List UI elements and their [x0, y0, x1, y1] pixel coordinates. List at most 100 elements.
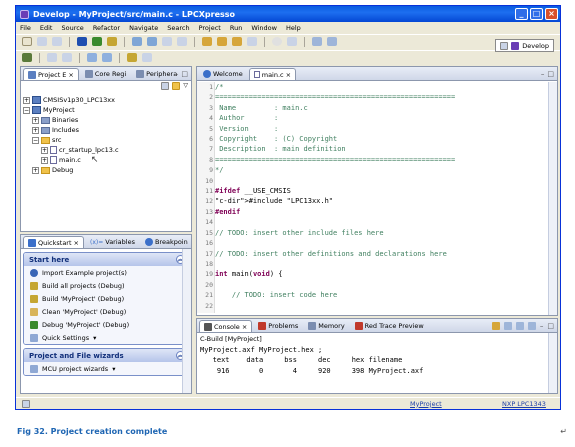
link-editor-icon[interactable]	[172, 82, 181, 90]
code-area[interactable]: /* =====================================…	[215, 82, 547, 313]
new-folder-icon[interactable]	[147, 37, 157, 46]
menu-window[interactable]: Window	[251, 24, 277, 32]
perspective-switcher[interactable]: Develop	[495, 39, 554, 52]
clear-console-icon[interactable]	[503, 322, 512, 330]
tab-memory[interactable]: Memory	[304, 320, 348, 332]
close-tab-icon[interactable]: ×	[68, 71, 73, 79]
tree-item-cmsis[interactable]: + CMSISv1p30_LPC13xx	[23, 95, 189, 105]
menu-search[interactable]: Search	[167, 24, 189, 32]
lock-icon[interactable]	[491, 322, 500, 330]
expand-icon[interactable]: +	[32, 116, 39, 124]
build-all-item[interactable]: Build all projects (Debug)	[24, 279, 188, 292]
new-file-icon[interactable]	[162, 37, 172, 46]
print-icon[interactable]	[52, 37, 62, 46]
menu-navigate[interactable]: Navigate	[129, 24, 158, 32]
tab-project-explorer[interactable]: Project E ×	[23, 68, 79, 80]
menu-source[interactable]: Source	[61, 24, 83, 32]
menu-project[interactable]: Project	[199, 24, 221, 32]
close-tab-icon[interactable]: ×	[242, 323, 247, 331]
open-type-icon[interactable]	[202, 37, 212, 46]
menu-edit[interactable]: Edit	[40, 24, 53, 32]
pin-icon[interactable]	[142, 53, 152, 62]
tree-item-debug[interactable]: + Debug	[23, 165, 189, 175]
collapse-all-icon[interactable]	[161, 82, 170, 90]
close-tab-icon[interactable]: ×	[74, 239, 79, 247]
dropdown-arrow-icon[interactable]: ▾	[112, 365, 115, 373]
maximize-view-icon[interactable]: □	[547, 322, 554, 330]
minimize-button[interactable]: _	[515, 8, 528, 20]
tab-console[interactable]: Console ×	[199, 320, 253, 332]
search-icon[interactable]	[232, 37, 242, 46]
close-tab-icon[interactable]: ×	[286, 71, 291, 79]
maximize-view-icon[interactable]: □	[181, 70, 188, 78]
scroll-lock-icon[interactable]	[515, 322, 524, 330]
build-project-item[interactable]: Build 'MyProject' (Debug)	[24, 292, 188, 305]
tree-item-includes[interactable]: + Includes	[23, 125, 189, 135]
expand-icon[interactable]: +	[23, 96, 30, 104]
tab-main-c[interactable]: main.c ×	[248, 68, 297, 80]
forward-icon[interactable]	[102, 53, 112, 62]
display-console-icon[interactable]	[527, 322, 536, 330]
expand-icon[interactable]: +	[32, 126, 39, 134]
tree-item-src[interactable]: − src	[23, 135, 189, 145]
debug-icon[interactable]	[77, 37, 87, 46]
quick-settings-item[interactable]: Quick Settings ▾	[24, 331, 188, 344]
menu-file[interactable]: File	[20, 24, 31, 32]
tree-item-main-c[interactable]: + main.c ↖	[23, 155, 189, 165]
settings-icon[interactable]	[287, 37, 297, 46]
back-icon[interactable]	[87, 53, 97, 62]
mcu-wizards-item[interactable]: MCU project wizards ▾	[24, 362, 188, 375]
close-button[interactable]: ×	[545, 8, 558, 20]
unlink-icon[interactable]	[327, 37, 337, 46]
open-perspective-icon[interactable]	[500, 41, 509, 50]
open-resource-icon[interactable]	[217, 37, 227, 46]
tab-breakpoints[interactable]: Breakpoin	[141, 236, 192, 248]
toggle-breakpoint-icon[interactable]	[22, 53, 32, 62]
status-project-link[interactable]: MyProject	[410, 400, 442, 408]
flash-icon[interactable]	[247, 37, 257, 46]
minimize-view-icon[interactable]: –	[540, 322, 544, 330]
tab-red-trace[interactable]: Red Trace Preview	[351, 320, 428, 332]
run-icon[interactable]	[92, 37, 102, 46]
new-class-icon[interactable]	[177, 37, 187, 46]
import-example-item[interactable]: Import Example project(s)	[24, 266, 188, 279]
tree-item-binaries[interactable]: + Binaries	[23, 115, 189, 125]
tab-peripherals[interactable]: Periphera	[132, 68, 181, 80]
collapse-icon[interactable]: −	[23, 106, 30, 114]
tab-core-registers[interactable]: Core Regi	[81, 68, 130, 80]
console-scrollbar[interactable]	[548, 333, 557, 393]
collapse-icon[interactable]: −	[32, 136, 39, 144]
expand-icon[interactable]: +	[41, 156, 48, 164]
fast-view-icon[interactable]	[22, 399, 30, 408]
build-icon[interactable]	[107, 37, 117, 46]
menu-help[interactable]: Help	[286, 24, 301, 32]
next-annotation-icon[interactable]	[47, 53, 57, 62]
new-project-icon[interactable]	[132, 37, 142, 46]
status-target-link[interactable]: NXP LPC1343	[502, 400, 546, 408]
save-icon[interactable]	[37, 37, 47, 46]
maximize-view-icon[interactable]: □	[547, 70, 554, 78]
expand-icon[interactable]: +	[32, 166, 39, 174]
tree-item-myproject[interactable]: − MyProject	[23, 105, 189, 115]
tab-quickstart[interactable]: Quickstart ×	[23, 236, 84, 248]
tab-welcome[interactable]: Welcome	[199, 68, 247, 80]
link-icon[interactable]	[312, 37, 322, 46]
last-edit-icon[interactable]	[127, 53, 137, 62]
dropdown-arrow-icon[interactable]: ▾	[93, 334, 96, 342]
tab-variables[interactable]: (x)= Variables	[86, 236, 139, 248]
editor-scrollbar[interactable]	[548, 82, 557, 315]
source-code[interactable]: /* =====================================…	[215, 82, 547, 301]
tab-problems[interactable]: Problems	[254, 320, 302, 332]
clean-project-item[interactable]: Clean 'MyProject' (Debug)	[24, 305, 188, 318]
menu-refactor[interactable]: Refactor	[93, 24, 120, 32]
minimize-view-icon[interactable]: –	[541, 70, 545, 78]
debug-project-item[interactable]: Debug 'MyProject' (Debug)	[24, 318, 188, 331]
tree-item-cr-startup[interactable]: + cr_startup_lpc13.c	[23, 145, 189, 155]
new-icon[interactable]	[22, 37, 32, 46]
minimize-view-icon[interactable]: –	[175, 70, 179, 78]
menu-run[interactable]: Run	[230, 24, 242, 32]
view-menu-icon[interactable]: ▽	[183, 82, 188, 92]
maximize-button[interactable]: □	[530, 8, 543, 20]
expand-icon[interactable]: +	[41, 146, 48, 154]
quickstart-scrollbar[interactable]	[182, 249, 191, 393]
